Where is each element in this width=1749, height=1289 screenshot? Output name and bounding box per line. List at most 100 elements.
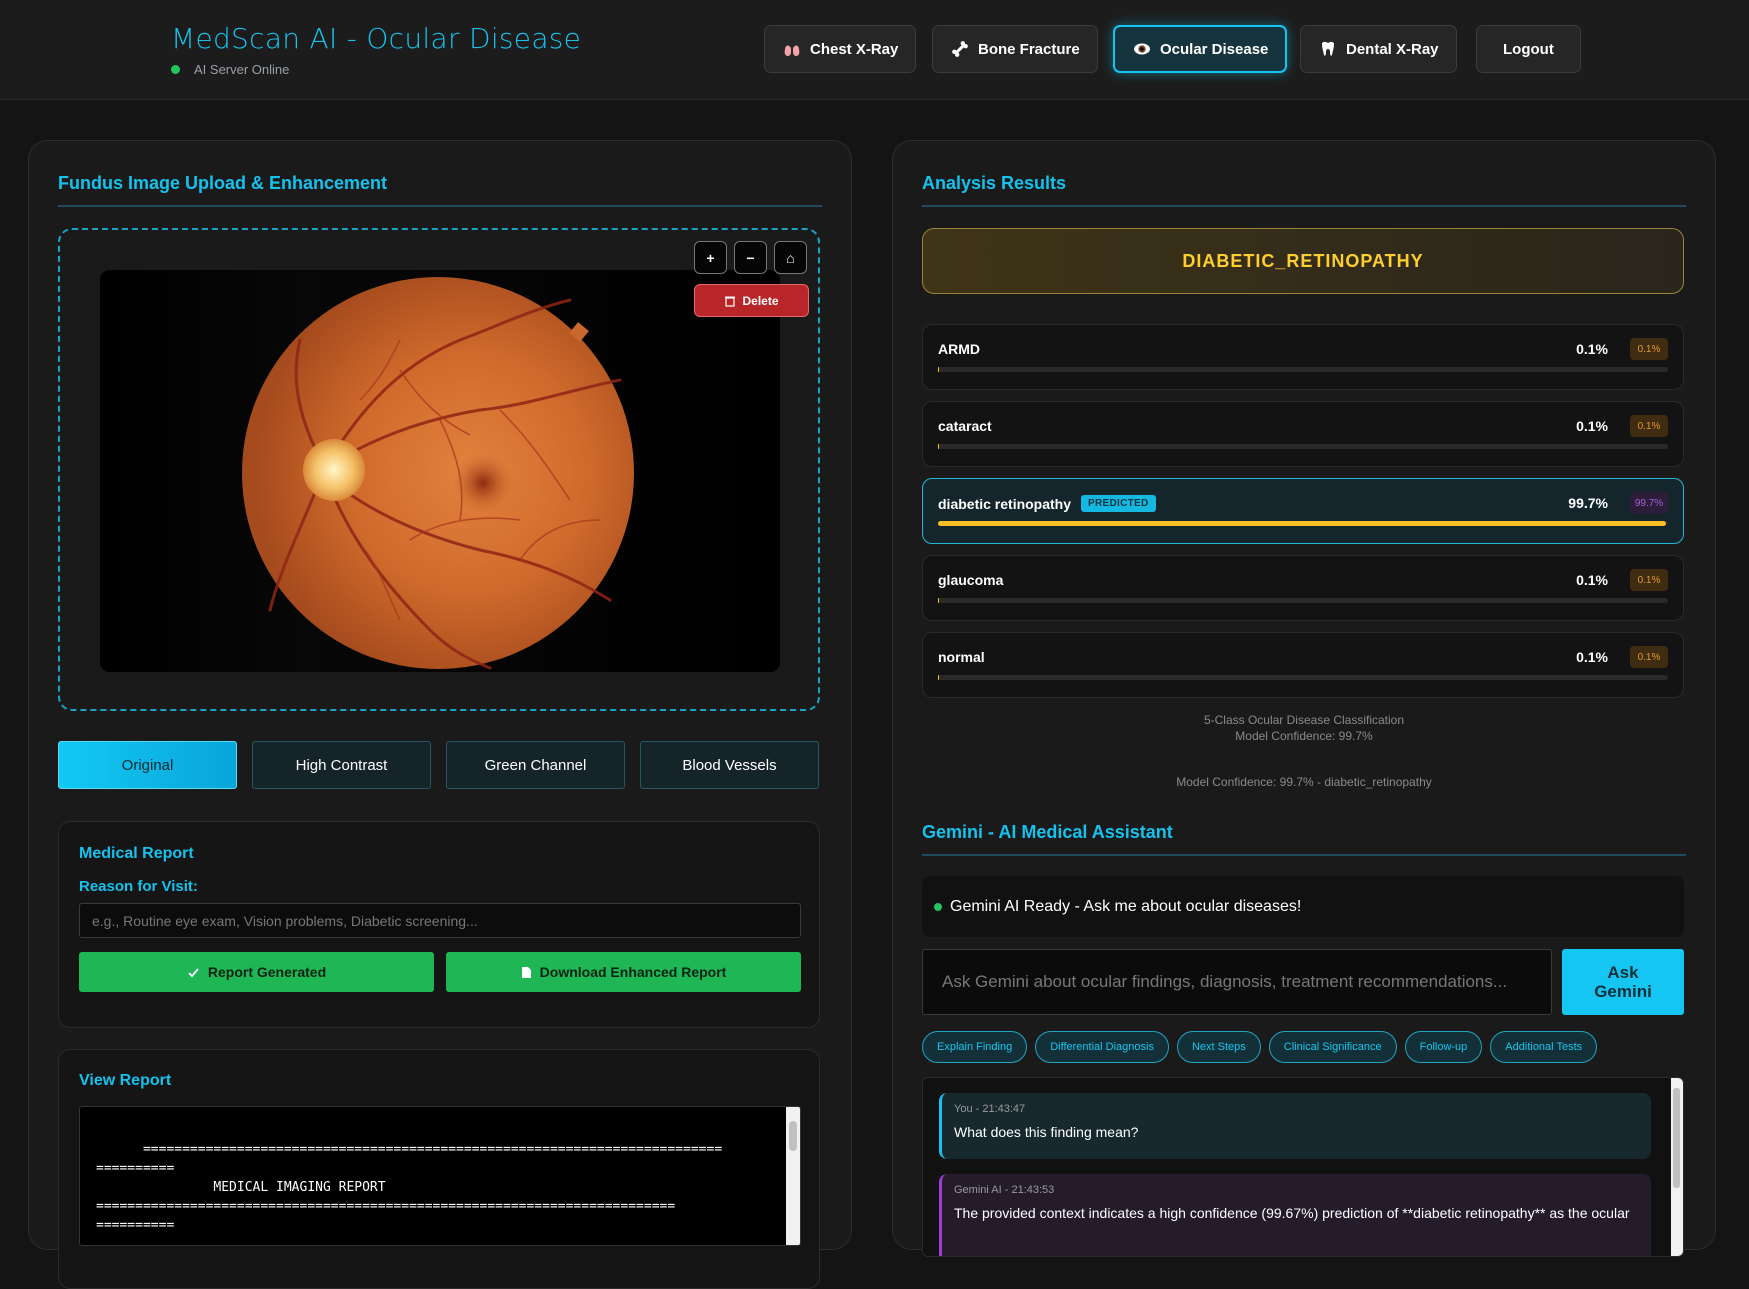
probability-bar <box>938 675 1668 680</box>
chip-follow-up[interactable]: Follow-up <box>1404 1031 1483 1063</box>
enhancement-modes: Original High Contrast Green Channel Blo… <box>58 741 819 789</box>
chat-scrollbar[interactable] <box>1671 1078 1683 1256</box>
chat-history[interactable]: You - 21:43:47 What does this finding me… <box>922 1077 1684 1257</box>
fundus-image[interactable] <box>100 270 780 672</box>
gemini-title: Gemini - AI Medical Assistant <box>922 822 1173 842</box>
fundus-image-graphic <box>100 270 780 672</box>
ask-gemini-button[interactable]: Ask Gemini <box>1562 949 1684 1015</box>
class-name: cataract <box>938 418 992 434</box>
classification-note: 5-Class Ocular Disease Classification <box>1203 713 1405 727</box>
medical-report-title: Medical Report <box>79 845 194 862</box>
mode-blood-vessels-button[interactable]: Blood Vessels <box>640 741 819 789</box>
server-status: AI Server Online <box>171 62 289 77</box>
quick-actions: Explain Finding Differential Diagnosis N… <box>922 1031 1598 1063</box>
predicted-tag: PREDICTED <box>1081 495 1156 512</box>
report-text-area[interactable]: ========================================… <box>79 1106 801 1246</box>
gemini-ready-text: Gemini AI Ready - Ask me about ocular di… <box>950 897 1302 915</box>
nav-dental-xray-button[interactable]: Dental X-Ray <box>1300 25 1457 73</box>
gemini-question-input[interactable]: Ask Gemini about ocular findings, diagno… <box>922 949 1552 1015</box>
class-badge: 0.1% <box>1630 569 1668 591</box>
class-percent: 0.1% <box>1576 649 1608 665</box>
report-content: ========================================… <box>96 1142 723 1233</box>
lungs-icon <box>784 42 800 56</box>
confidence-summary: Model Confidence: 99.7% - diabetic_retin… <box>1176 775 1432 789</box>
class-row-armd: ARMD 0.1% 0.1% <box>922 324 1684 390</box>
nav-ocular-disease-button[interactable]: Ocular Disease <box>1113 25 1288 73</box>
probability-fill <box>938 521 1666 526</box>
document-icon <box>521 966 531 978</box>
chip-differential-diagnosis[interactable]: Differential Diagnosis <box>1035 1031 1169 1063</box>
reason-placeholder: e.g., Routine eye exam, Vision problems,… <box>92 912 478 929</box>
class-badge: 0.1% <box>1630 338 1668 360</box>
probability-fill <box>938 598 939 603</box>
report-scroll-thumb[interactable] <box>789 1121 797 1151</box>
nav-ocular-disease-label: Ocular Disease <box>1160 40 1269 58</box>
class-name: ARMD <box>938 341 980 357</box>
zoom-in-button[interactable]: + <box>694 241 727 274</box>
probability-bar <box>938 521 1668 526</box>
top-bar: MedScan AI - Ocular Disease AI Server On… <box>0 0 1749 100</box>
bone-icon <box>952 41 968 57</box>
zoom-out-button[interactable]: − <box>734 241 767 274</box>
class-percent: 99.7% <box>1568 495 1608 511</box>
server-status-text: AI Server Online <box>194 62 290 77</box>
status-dot-icon <box>934 902 942 911</box>
mode-high-contrast-button[interactable]: High Contrast <box>252 741 431 789</box>
nav-chest-xray-label: Chest X-Ray <box>810 40 899 58</box>
nav-bone-fracture-button[interactable]: Bone Fracture <box>932 25 1098 73</box>
probability-bar <box>938 598 1668 603</box>
class-label: normal <box>938 649 985 665</box>
analysis-title: Analysis Results <box>922 173 1067 193</box>
class-name: glaucoma <box>938 572 1004 588</box>
eye-icon <box>1134 43 1150 55</box>
gemini-input-placeholder: Ask Gemini about ocular findings, diagno… <box>942 972 1508 991</box>
probability-fill <box>938 367 939 372</box>
assistant-message: Gemini AI - 21:43:53 The provided contex… <box>939 1174 1651 1256</box>
view-report-title: View Report <box>79 1072 172 1089</box>
image-drop-zone[interactable]: + − ⌂ Delete <box>58 228 820 711</box>
view-report-card: View Report ============================… <box>58 1049 820 1289</box>
class-badge: 0.1% <box>1630 415 1668 437</box>
class-name: normal <box>938 649 985 665</box>
message-text: What does this finding mean? <box>954 1124 1139 1140</box>
logout-button[interactable]: Logout <box>1476 25 1581 73</box>
medical-report-card: Medical Report Reason for Visit: e.g., R… <box>58 821 820 1028</box>
class-name: diabetic retinopathy <box>938 495 1072 512</box>
reset-view-button[interactable]: ⌂ <box>774 241 807 274</box>
message-meta: You - 21:43:47 <box>954 1103 1026 1115</box>
app-title: MedScan AI - Ocular Disease <box>171 22 582 55</box>
logout-label: Logout <box>1503 40 1554 58</box>
delete-image-button[interactable]: Delete <box>694 284 809 317</box>
report-scrollbar[interactable] <box>786 1107 800 1245</box>
class-row-glaucoma: glaucoma 0.1% 0.1% <box>922 555 1684 621</box>
probability-bar <box>938 444 1668 449</box>
divider <box>922 205 1686 207</box>
class-percent: 0.1% <box>1576 572 1608 588</box>
report-generated-label: Report Generated <box>207 964 327 980</box>
report-generated-button[interactable]: Report Generated <box>79 952 434 992</box>
upload-panel-title: Fundus Image Upload & Enhancement <box>58 173 388 193</box>
confidence-note: Model Confidence: 99.7% <box>1235 729 1373 743</box>
download-report-label: Download Enhanced Report <box>539 964 727 980</box>
chip-clinical-significance[interactable]: Clinical Significance <box>1268 1031 1397 1063</box>
divider <box>922 854 1686 856</box>
reason-label: Reason for Visit: <box>79 878 198 895</box>
class-label: ARMD <box>938 341 980 357</box>
class-label: diabetic retinopathy PREDICTED <box>938 495 1156 512</box>
chip-next-steps[interactable]: Next Steps <box>1176 1031 1261 1063</box>
reason-for-visit-input[interactable]: e.g., Routine eye exam, Vision problems,… <box>79 903 801 938</box>
mode-original-button[interactable]: Original <box>58 741 237 789</box>
upload-panel: Fundus Image Upload & Enhancement + − ⌂ … <box>28 140 852 1289</box>
chip-additional-tests[interactable]: Additional Tests <box>1490 1031 1598 1063</box>
nav-chest-xray-button[interactable]: Chest X-Ray <box>764 25 917 73</box>
mode-green-channel-button[interactable]: Green Channel <box>446 741 625 789</box>
message-meta: Gemini AI - 21:43:53 <box>954 1184 1055 1196</box>
download-report-button[interactable]: Download Enhanced Report <box>446 952 801 992</box>
class-row-normal: normal 0.1% 0.1% <box>922 632 1684 698</box>
chat-scroll-thumb[interactable] <box>1673 1088 1680 1188</box>
probability-fill <box>938 675 939 680</box>
nav-bone-fracture-label: Bone Fracture <box>978 40 1080 58</box>
chip-explain-finding[interactable]: Explain Finding <box>922 1031 1028 1063</box>
class-label: cataract <box>938 418 992 434</box>
class-label: glaucoma <box>938 572 1003 588</box>
